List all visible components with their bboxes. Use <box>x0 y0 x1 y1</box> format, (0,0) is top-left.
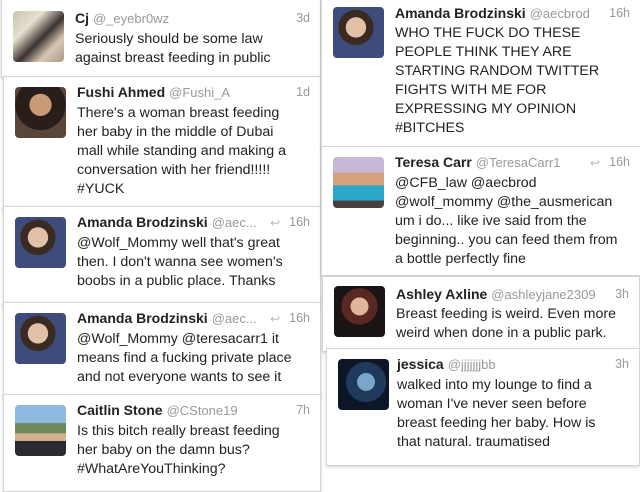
tweet-text: walked into my lounge to find a woman I'… <box>397 377 596 450</box>
tweet-time: 3h <box>615 357 629 371</box>
avatar[interactable] <box>334 286 385 337</box>
tweet-time: 3d <box>296 11 310 25</box>
tweet-author[interactable]: Amanda Brodzinski @aecbrod <box>395 5 590 21</box>
tweet-author[interactable]: Cj @_eyebr0wz <box>75 10 169 26</box>
tweet-author[interactable]: Amanda Brodzinski @aec... <box>77 214 257 230</box>
tweet-text: Breast feeding is weird. Even more weird… <box>396 306 617 341</box>
tweet-text: @CFB_law @aecbrod @wolf_mommy @the_ausme… <box>395 175 618 267</box>
avatar[interactable] <box>15 405 66 456</box>
avatar[interactable] <box>338 359 389 410</box>
tweet-text: There's a woman breast feeding her baby … <box>77 105 286 197</box>
tweet-card-fushi[interactable]: Fushi Ahmed @Fushi_A 1d There's a woman b… <box>3 76 321 210</box>
avatar[interactable] <box>15 217 66 268</box>
tweet-author[interactable]: Amanda Brodzinski @aec... <box>77 310 257 326</box>
avatar[interactable] <box>15 87 66 138</box>
tweet-author[interactable]: Caitlin Stone @CStone19 <box>77 402 238 418</box>
tweet-text: @Wolf_Mommy @teresacarr1 it means find a… <box>77 331 292 385</box>
reply-icon[interactable]: ↩ <box>590 156 600 170</box>
reply-icon[interactable]: ↩ <box>270 216 280 230</box>
tweet-time: 16h <box>609 155 630 169</box>
tweet-time: 16h <box>609 6 630 20</box>
tweet-card-amanda-2[interactable]: Amanda Brodzinski @aec... ↩ 16h @Wolf_Mom… <box>3 302 321 398</box>
tweet-card-amanda-1[interactable]: Amanda Brodzinski @aec... ↩ 16h @Wolf_Mom… <box>3 206 321 306</box>
avatar[interactable] <box>13 11 64 62</box>
tweet-author[interactable]: jessica @jjjjjjjbb <box>397 356 496 372</box>
tweet-card-ashley[interactable]: Ashley Axline @ashleyjane2309 3h Breast f… <box>322 276 640 352</box>
tweet-card-amanda-3[interactable]: Amanda Brodzinski @aecbrod 16h WHO THE FU… <box>321 0 640 148</box>
tweet-text: Seriously should be some law against bre… <box>75 31 271 66</box>
tweet-text: Is this bitch really breast feeding her … <box>77 423 280 477</box>
tweet-text: WHO THE FUCK DO THESE PEOPLE THINK THEY … <box>395 25 600 136</box>
tweet-time: 1d <box>296 85 310 99</box>
reply-icon[interactable]: ↩ <box>270 312 280 326</box>
tweet-author[interactable]: Teresa Carr @TeresaCarr1 <box>395 154 561 170</box>
avatar[interactable] <box>15 313 66 364</box>
tweet-card-cj[interactable]: Cj @_eyebr0wz 3d Seriously should be some… <box>1 0 321 78</box>
tweet-time: 16h <box>289 215 310 229</box>
tweet-time: 16h <box>289 311 310 325</box>
tweet-card-caitlin[interactable]: Caitlin Stone @CStone19 7h Is this bitch … <box>3 394 321 492</box>
tweet-text: @Wolf_Mommy well that's great then. I do… <box>77 235 283 289</box>
tweet-card-jessica[interactable]: jessica @jjjjjjjbb 3h walked into my loun… <box>326 348 640 466</box>
tweet-author[interactable]: Fushi Ahmed @Fushi_A <box>77 84 230 100</box>
tweet-author[interactable]: Ashley Axline @ashleyjane2309 <box>396 286 596 302</box>
tweet-time: 7h <box>296 403 310 417</box>
tweet-card-teresa[interactable]: Teresa Carr @TeresaCarr1 ↩ 16h @CFB_law @… <box>321 146 640 276</box>
avatar[interactable] <box>333 7 384 58</box>
tweet-time: 3h <box>615 287 629 301</box>
avatar[interactable] <box>333 157 384 208</box>
